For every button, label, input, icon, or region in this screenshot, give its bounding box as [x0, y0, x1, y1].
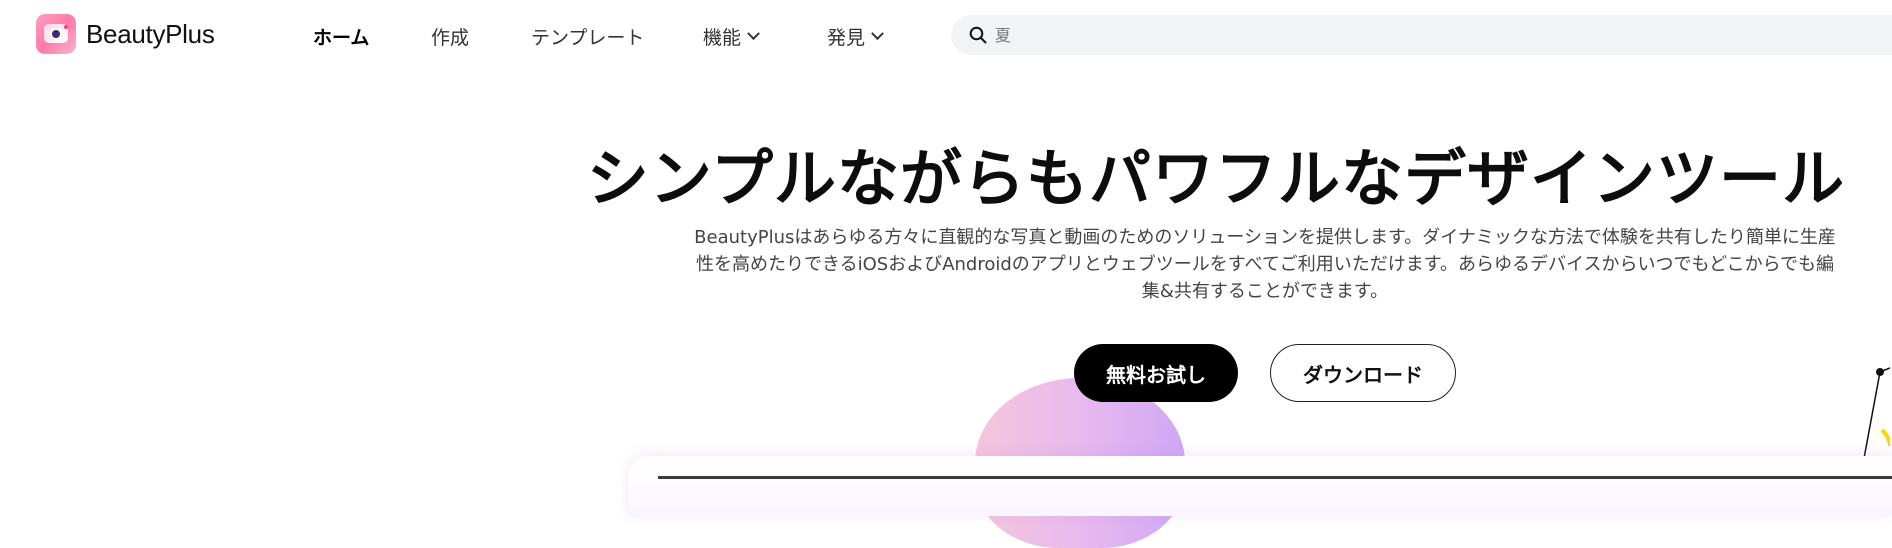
download-button[interactable]: ダウンロード — [1270, 344, 1456, 402]
nav-item-label: ホーム — [313, 27, 370, 49]
nav-item-templates[interactable]: テンプレート — [531, 23, 644, 50]
free-trial-button[interactable]: 無料お試し — [1074, 344, 1238, 402]
nav-item-home[interactable]: ホーム — [313, 23, 369, 50]
search-bar[interactable] — [951, 15, 1892, 55]
nav-item-discover[interactable]: 発見 — [827, 23, 884, 50]
search-icon — [969, 26, 987, 44]
brand-name: BeautyPlus — [86, 18, 215, 49]
nav-item-label: 発見 — [827, 27, 866, 49]
top-nav-bar: BeautyPlus ホーム 作成 テンプレート 機能 発見 — [0, 0, 1892, 70]
nav-item-label: 機能 — [703, 27, 742, 49]
nav-item-create[interactable]: 作成 — [431, 23, 469, 50]
chevron-down-icon — [871, 27, 884, 41]
hero-description: BeautyPlusはあらゆる方々に直観的な写真と動画のためのソリューションを提… — [694, 227, 1836, 302]
nav-item-label: 作成 — [431, 27, 470, 49]
nav-item-features[interactable]: 機能 — [703, 23, 760, 50]
camera-logo-icon — [36, 14, 76, 54]
hero-title: シンプルながらもパワフルなデザインツール — [586, 142, 1846, 215]
search-input[interactable] — [995, 15, 1795, 55]
preview-card — [628, 456, 1892, 516]
brand-logo[interactable]: BeautyPlus — [36, 14, 215, 54]
nav-item-label: テンプレート — [531, 27, 645, 49]
chevron-down-icon — [747, 27, 760, 41]
